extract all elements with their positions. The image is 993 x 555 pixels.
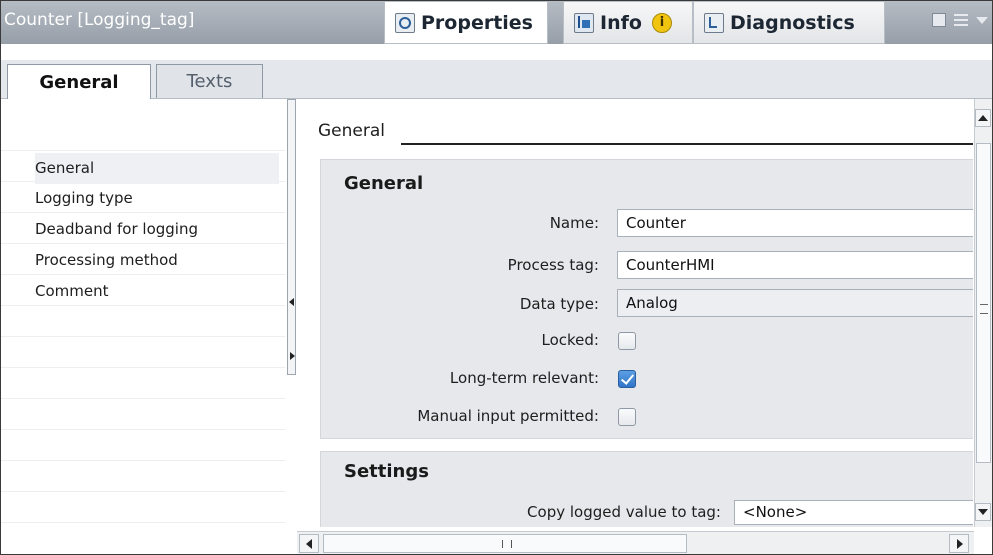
horizontal-scrollbar[interactable] [297, 531, 974, 554]
tab-info[interactable]: Info i [563, 1, 693, 44]
scroll-down-button[interactable] [975, 503, 991, 521]
sidebar: General Logging type Deadband for loggin… [1, 99, 285, 554]
arrow-up-icon [978, 115, 988, 121]
tab-diagnostics-label: Diagnostics [730, 11, 855, 34]
sidebar-row [1, 399, 285, 430]
tab-info-label: Info [600, 11, 642, 34]
scroll-right-button[interactable] [949, 534, 969, 553]
sidebar-row [1, 306, 285, 337]
sidebar-row [1, 337, 285, 368]
sidebar-item-logging-type[interactable]: Logging type [35, 183, 133, 214]
menu-icon[interactable] [954, 14, 968, 26]
title-bar: Counter [Logging_tag] Properties Info i … [1, 1, 992, 60]
sub-tabs-bar: General Texts [1, 60, 992, 99]
sidebar-splitter[interactable] [287, 99, 296, 375]
data-type-field: Analog [617, 289, 973, 317]
sidebar-item-comment[interactable]: Comment [35, 276, 109, 307]
section-header: General [318, 121, 385, 141]
general-group-title: General [344, 173, 424, 194]
subtab-general[interactable]: General [7, 64, 151, 99]
manual-input-label: Manual input permitted: [417, 407, 599, 425]
scroll-left-button[interactable] [299, 534, 319, 553]
locked-label: Locked: [541, 331, 599, 349]
info-icon [574, 12, 594, 33]
diagnostics-icon [704, 12, 724, 33]
sidebar-spacer [1, 99, 285, 151]
vertical-scrollbar[interactable] [974, 99, 992, 527]
inspector-window: Counter [Logging_tag] Properties Info i … [0, 0, 993, 555]
copy-logged-label: Copy logged value to tag: [527, 503, 721, 521]
tab-properties-label: Properties [421, 11, 533, 34]
window-title: Counter [Logging_tag] [4, 10, 195, 30]
copy-logged-field[interactable]: <None> [734, 500, 973, 525]
process-tag-field[interactable]: CounterHMI [617, 251, 973, 279]
scroll-up-button[interactable] [975, 109, 991, 127]
name-label: Name: [549, 214, 599, 232]
info-badge-icon: i [651, 12, 672, 33]
properties-panel: General General Name: Counter Process ta… [297, 99, 973, 527]
expand-right-icon[interactable] [290, 352, 295, 360]
settings-group-title: Settings [344, 461, 429, 482]
name-field[interactable]: Counter [617, 209, 973, 237]
sidebar-item-processing-method[interactable]: Processing method [35, 245, 178, 276]
float-window-icon[interactable] [932, 13, 946, 27]
collapse-left-icon[interactable] [289, 298, 294, 306]
long-term-relevant-checkbox[interactable] [618, 370, 636, 388]
sidebar-item-general[interactable]: General [35, 153, 279, 184]
tab-diagnostics[interactable]: Diagnostics [693, 1, 885, 44]
arrow-left-icon [306, 539, 312, 549]
sidebar-row [1, 430, 285, 461]
sidebar-item-deadband[interactable]: Deadband for logging [35, 214, 198, 245]
manual-input-checkbox[interactable] [618, 408, 636, 426]
section-divider [401, 143, 973, 145]
sidebar-row [1, 461, 285, 492]
sidebar-row [1, 368, 285, 399]
tab-properties[interactable]: Properties [384, 1, 548, 44]
data-type-label: Data type: [519, 295, 599, 313]
arrow-right-icon [957, 539, 963, 549]
vertical-scroll-thumb[interactable] [976, 143, 991, 463]
locked-checkbox[interactable] [618, 332, 636, 350]
window-controls [932, 13, 988, 27]
chevron-down-icon[interactable] [976, 16, 988, 24]
subtab-texts[interactable]: Texts [156, 64, 263, 98]
arrow-down-icon [978, 509, 988, 515]
sidebar-row [1, 492, 285, 523]
long-term-relevant-label: Long-term relevant: [449, 369, 599, 387]
grip-icon [980, 304, 988, 314]
grip-icon [502, 540, 512, 548]
horizontal-scroll-thumb[interactable] [323, 534, 687, 553]
process-tag-label: Process tag: [507, 256, 599, 274]
properties-icon [395, 12, 415, 33]
